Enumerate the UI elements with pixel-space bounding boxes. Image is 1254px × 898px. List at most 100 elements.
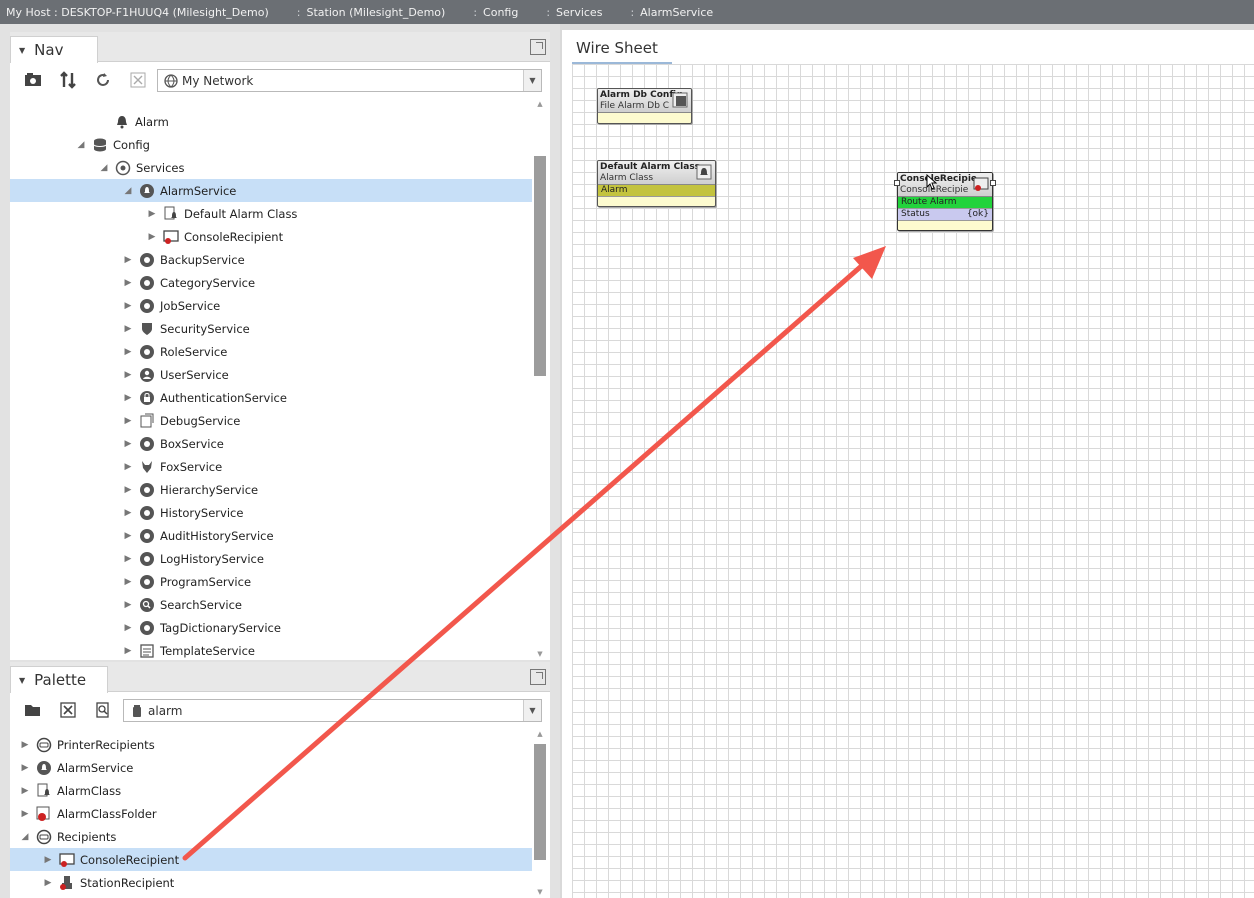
- scroll-up-icon[interactable]: ▲: [534, 730, 546, 740]
- expand-arrow-icon[interactable]: ▶: [20, 809, 30, 819]
- expand-arrow-icon[interactable]: ▶: [123, 324, 133, 334]
- refresh-icon[interactable]: [92, 69, 114, 91]
- expand-arrow-icon[interactable]: ▶: [20, 786, 30, 796]
- expand-arrow-icon[interactable]: ▶: [123, 416, 133, 426]
- nav-tree-item[interactable]: ▶ UserService: [10, 363, 532, 386]
- expand-arrow-icon[interactable]: ▶: [123, 439, 133, 449]
- slot-status[interactable]: Status {ok}: [898, 209, 992, 221]
- nav-tree-item[interactable]: ▶ LogHistoryService: [10, 547, 532, 570]
- wire-sheet-tab[interactable]: Wire Sheet: [572, 34, 672, 64]
- palette-item[interactable]: ▶ ConsoleRecipient: [10, 848, 532, 871]
- open-host-icon[interactable]: [22, 69, 44, 91]
- nav-scrollbar[interactable]: ▲ ▼: [534, 98, 546, 660]
- selection-handle[interactable]: [990, 180, 996, 186]
- nav-tab[interactable]: ▼ Nav: [10, 36, 98, 63]
- palette-module-select[interactable]: alarm ▼: [123, 699, 542, 722]
- scroll-thumb[interactable]: [534, 744, 546, 860]
- nav-tree-item[interactable]: ▶ BoxService: [10, 432, 532, 455]
- wire-sheet-canvas[interactable]: Alarm Db Config File Alarm Db C Default …: [572, 64, 1254, 898]
- sync-arrows-icon[interactable]: [57, 69, 79, 91]
- scroll-down-icon[interactable]: ▼: [534, 888, 546, 898]
- breadcrumb-services[interactable]: Services: [556, 6, 602, 19]
- expand-arrow-icon[interactable]: ▶: [20, 763, 30, 773]
- palette-scrollbar[interactable]: ▲ ▼: [534, 728, 546, 898]
- expand-arrow-icon[interactable]: ▶: [123, 577, 133, 587]
- expanded-arrow-icon[interactable]: ◢: [123, 186, 133, 196]
- maximize-icon[interactable]: [530, 669, 546, 685]
- chevron-down-icon[interactable]: ▼: [523, 700, 541, 721]
- expand-arrow-icon[interactable]: ▶: [147, 232, 157, 242]
- nav-tree-item[interactable]: ▶ Default Alarm Class: [10, 202, 532, 225]
- nav-tree-item[interactable]: ◢ Config: [10, 133, 532, 156]
- nav-tree-item[interactable]: ▶ SecurityService: [10, 317, 532, 340]
- nav-tree-item[interactable]: ▶ JobService: [10, 294, 532, 317]
- nav-tree-item[interactable]: ▶ DebugService: [10, 409, 532, 432]
- breadcrumb-station[interactable]: Station (Milesight_Demo): [307, 6, 446, 19]
- expand-arrow-icon[interactable]: ▶: [123, 623, 133, 633]
- nav-tree-item[interactable]: ▶ RoleService: [10, 340, 532, 363]
- component-console-recipient[interactable]: ConsoleRecipie ConsoleRecipie Route Alar…: [897, 172, 993, 231]
- expand-arrow-icon[interactable]: ▶: [123, 393, 133, 403]
- network-select[interactable]: My Network ▼: [157, 69, 542, 92]
- expand-arrow-icon[interactable]: ▶: [147, 209, 157, 219]
- palette-item[interactable]: ▶ StationRecipient: [10, 871, 532, 894]
- breadcrumb-host[interactable]: My Host : DESKTOP-F1HUUQ4 (Milesight_Dem…: [6, 6, 269, 19]
- close-palette-icon[interactable]: [57, 699, 79, 721]
- expand-arrow-icon[interactable]: ▶: [20, 740, 30, 750]
- nav-tree-item[interactable]: ▶ HierarchyService: [10, 478, 532, 501]
- nav-tree-item[interactable]: ▶ ConsoleRecipient: [10, 225, 532, 248]
- expand-arrow-icon[interactable]: ▶: [43, 878, 53, 888]
- breadcrumb-config[interactable]: Config: [483, 6, 518, 19]
- breadcrumb-alarmservice[interactable]: AlarmService: [640, 6, 713, 19]
- slot-route-alarm[interactable]: Route Alarm: [898, 197, 992, 209]
- expand-arrow-icon[interactable]: ▶: [123, 646, 133, 656]
- expanded-arrow-icon[interactable]: ◢: [76, 140, 86, 150]
- component-alarm-db-config[interactable]: Alarm Db Config File Alarm Db C: [597, 88, 692, 124]
- scroll-up-icon[interactable]: ▲: [534, 100, 546, 110]
- palette-item[interactable]: ▶ AlarmService: [10, 756, 532, 779]
- scroll-thumb[interactable]: [534, 156, 546, 376]
- palette-item[interactable]: ▶ AlarmClass: [10, 779, 532, 802]
- expand-arrow-icon[interactable]: ▶: [123, 278, 133, 288]
- nav-tree-item[interactable]: ▶ AuditHistoryService: [10, 524, 532, 547]
- nav-tree-item[interactable]: ▶ ProgramService: [10, 570, 532, 593]
- palette-item[interactable]: ◢ Recipients: [10, 825, 532, 848]
- nav-tree-item[interactable]: ▶ CategoryService: [10, 271, 532, 294]
- expand-arrow-icon[interactable]: ▶: [123, 347, 133, 357]
- find-icon[interactable]: [92, 699, 114, 721]
- expand-arrow-icon[interactable]: ▶: [123, 485, 133, 495]
- expand-arrow-icon[interactable]: ▶: [123, 531, 133, 541]
- palette-tab[interactable]: ▼ Palette: [10, 666, 108, 693]
- component-default-alarm-class[interactable]: Default Alarm Class Alarm Class Alarm: [597, 160, 716, 207]
- nav-tree-item[interactable]: ▶ SearchService: [10, 593, 532, 616]
- expand-arrow-icon[interactable]: ▶: [123, 255, 133, 265]
- collapse-icon[interactable]: ▼: [19, 676, 25, 685]
- nav-tree-item[interactable]: Alarm: [10, 110, 532, 133]
- expand-arrow-icon[interactable]: ▶: [123, 370, 133, 380]
- nav-tree-item[interactable]: ▶ TagDictionaryService: [10, 616, 532, 639]
- maximize-icon[interactable]: [530, 39, 546, 55]
- palette-item[interactable]: ▶ PrinterRecipients: [10, 733, 532, 756]
- nav-tree-item[interactable]: ▶ HistoryService: [10, 501, 532, 524]
- slot-alarm[interactable]: Alarm: [598, 185, 715, 197]
- expand-arrow-icon[interactable]: ▶: [123, 554, 133, 564]
- close-x-icon[interactable]: [127, 69, 149, 91]
- nav-tree-item[interactable]: ▶ TemplateService: [10, 639, 532, 660]
- open-folder-icon[interactable]: [22, 699, 44, 721]
- collapse-icon[interactable]: ▼: [19, 46, 25, 55]
- scroll-down-icon[interactable]: ▼: [534, 650, 546, 660]
- expanded-arrow-icon[interactable]: ◢: [20, 832, 30, 842]
- nav-tree-item[interactable]: ◢ Services: [10, 156, 532, 179]
- expand-arrow-icon[interactable]: ▶: [123, 508, 133, 518]
- nav-tree-item[interactable]: ◢ AlarmService: [10, 179, 532, 202]
- palette-item[interactable]: ▶ AlarmClassFolder: [10, 802, 532, 825]
- selection-handle[interactable]: [894, 180, 900, 186]
- nav-tree-item[interactable]: ▶ FoxService: [10, 455, 532, 478]
- nav-tree-item[interactable]: ▶ BackupService: [10, 248, 532, 271]
- expand-arrow-icon[interactable]: ▶: [123, 462, 133, 472]
- expand-arrow-icon[interactable]: ▶: [43, 855, 53, 865]
- nav-tree-item[interactable]: ▶ AuthenticationService: [10, 386, 532, 409]
- expand-arrow-icon[interactable]: ▶: [123, 600, 133, 610]
- expand-arrow-icon[interactable]: ▶: [123, 301, 133, 311]
- chevron-down-icon[interactable]: ▼: [523, 70, 541, 91]
